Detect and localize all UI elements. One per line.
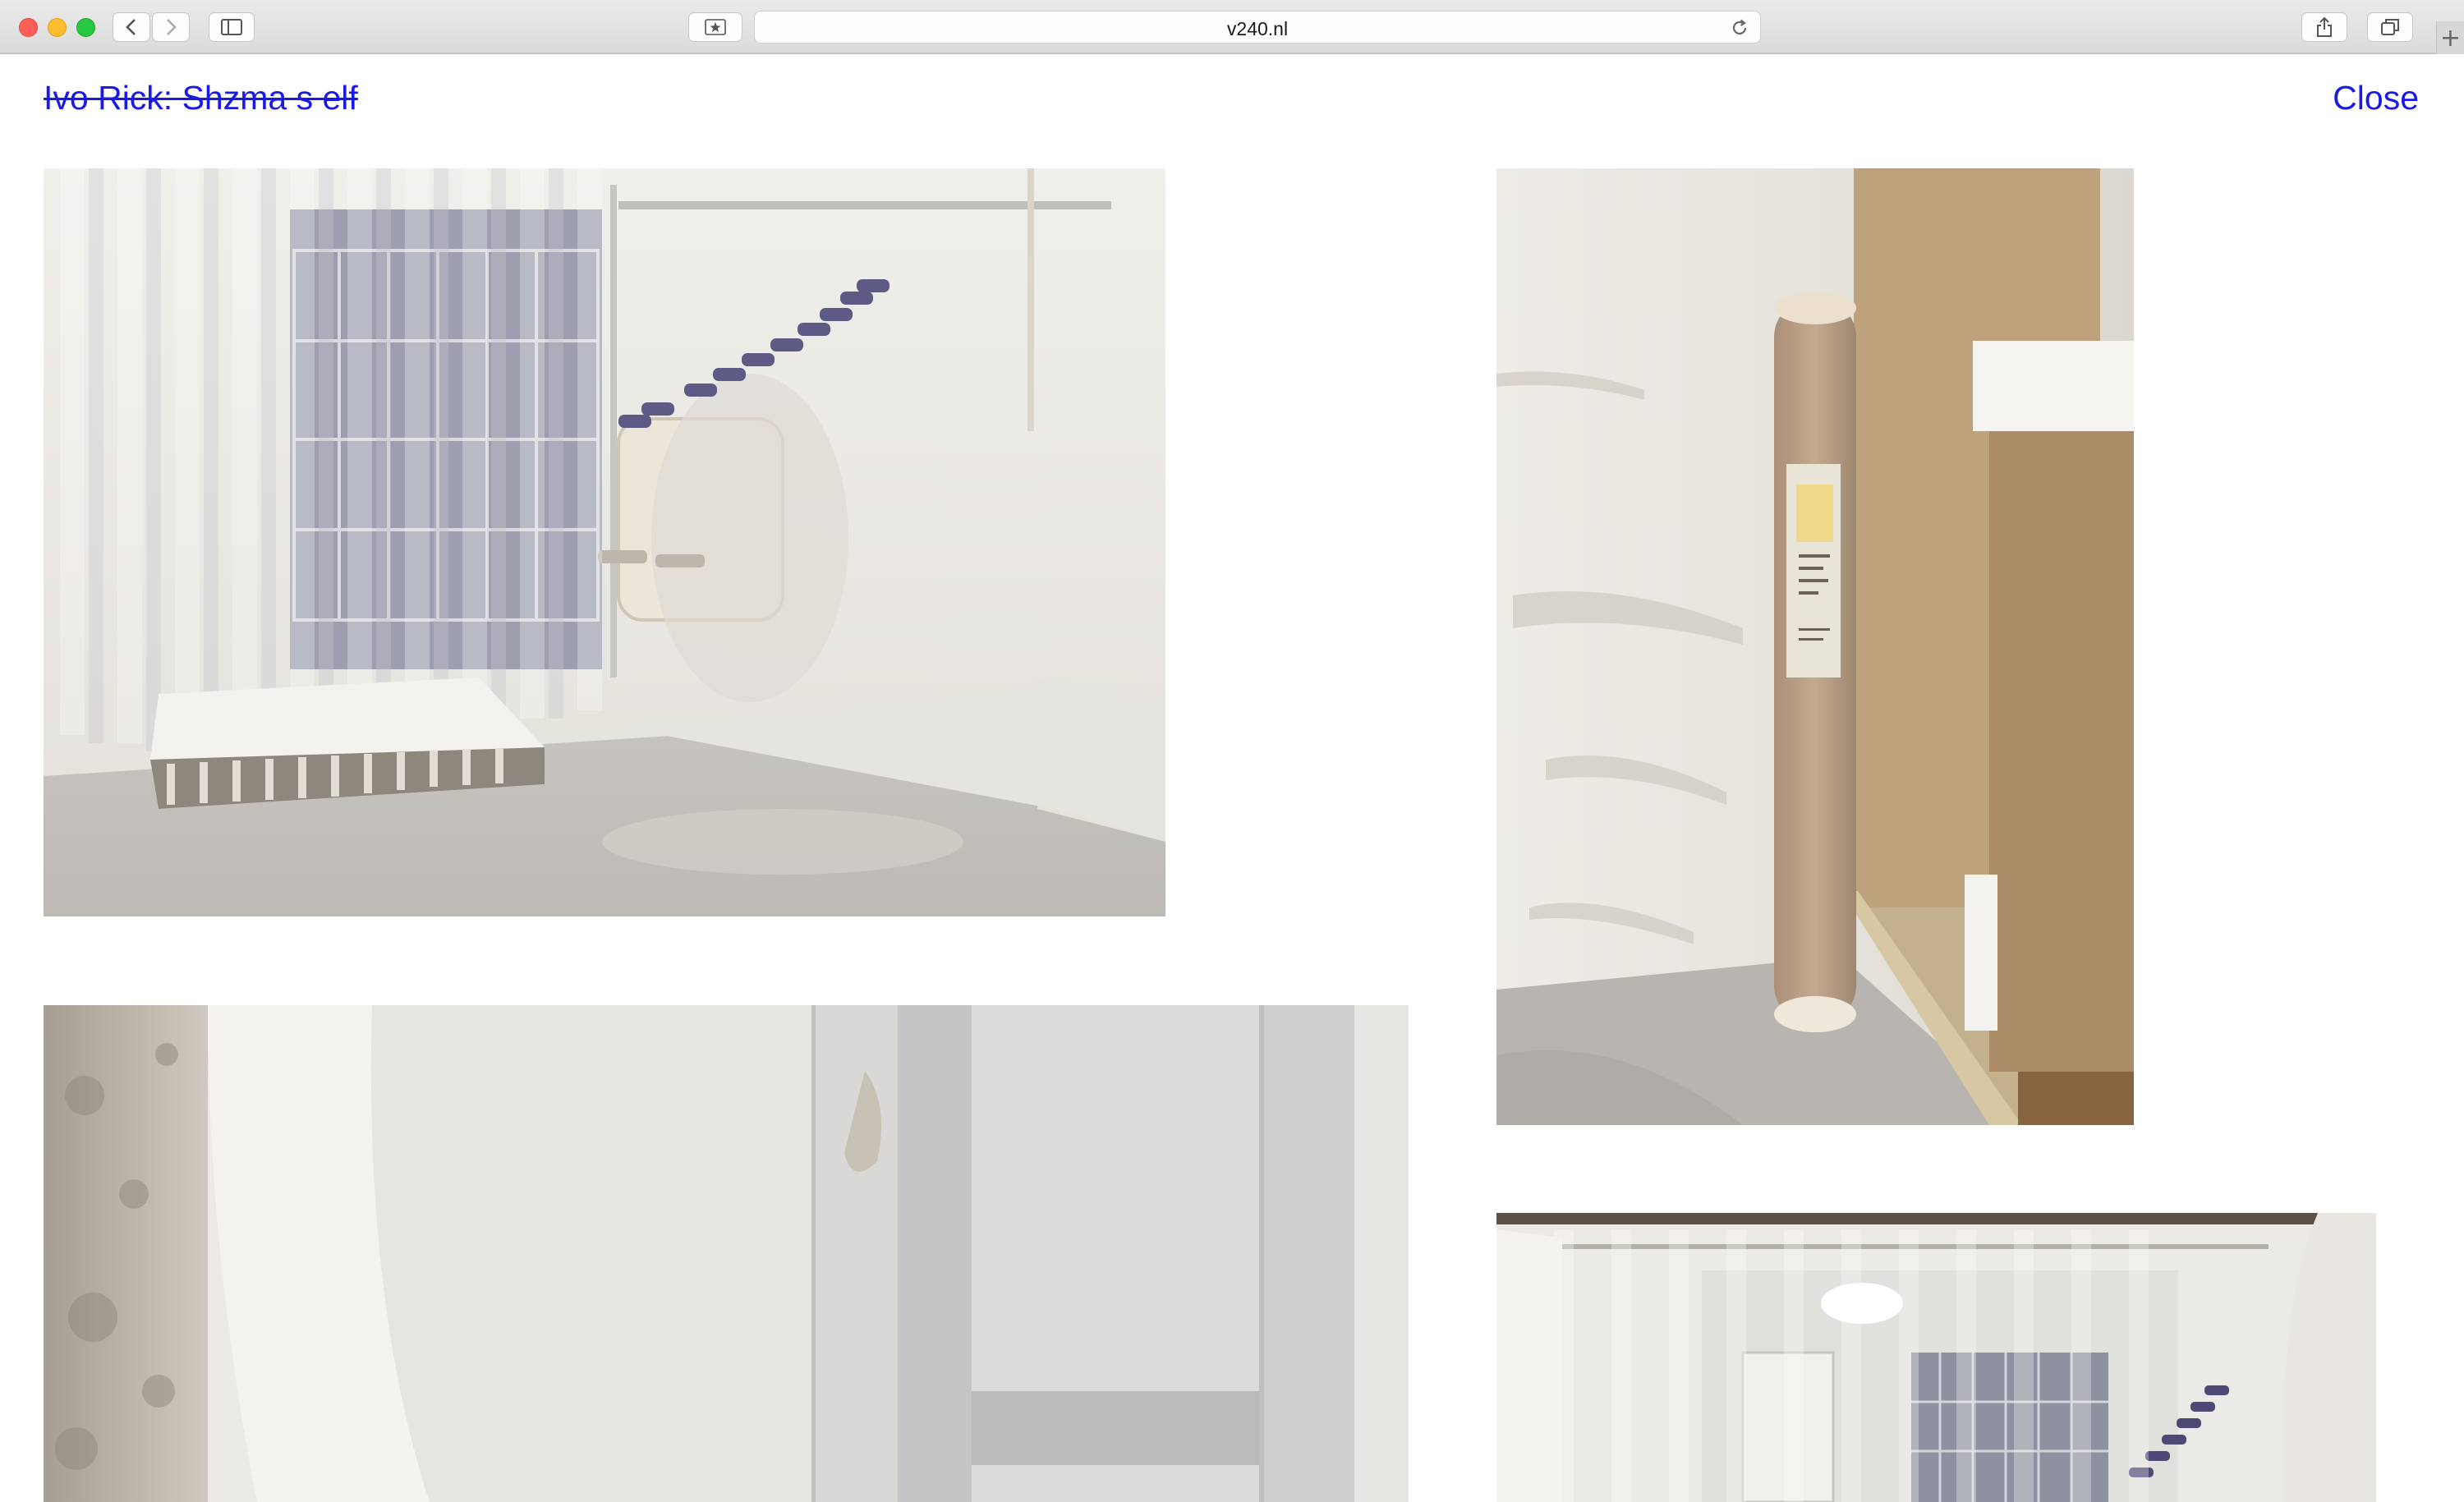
plus-icon: + <box>2439 23 2462 53</box>
fullscreen-window-button[interactable] <box>76 18 95 37</box>
star-icon <box>705 19 726 35</box>
tabs-overview-button[interactable] <box>2367 12 2413 42</box>
close-link[interactable]: Close <box>2333 79 2419 117</box>
photo-room-curtain <box>44 168 1165 916</box>
reload-icon[interactable] <box>1729 17 1750 39</box>
close-window-button[interactable] <box>19 18 38 37</box>
minimize-window-button[interactable] <box>48 18 67 37</box>
new-tab-button[interactable]: + <box>2436 21 2464 54</box>
page-title-link[interactable]: Ivo Rick: Shzma s elf <box>44 79 358 117</box>
share-icon <box>2317 16 2332 37</box>
tabs-icon <box>2381 19 2399 35</box>
gallery-image-plastic-panels[interactable] <box>44 1005 1409 1502</box>
gallery-image-corridor[interactable] <box>1496 1213 2376 1502</box>
photo-corridor-curtain <box>1496 1213 2376 1502</box>
browser-toolbar: v240.nl + <box>0 0 2464 54</box>
chevron-left-icon <box>126 19 136 35</box>
forward-button[interactable] <box>152 12 190 42</box>
back-button[interactable] <box>113 12 150 42</box>
bookmarks-button[interactable] <box>688 12 742 42</box>
address-bar[interactable]: v240.nl <box>754 11 1761 44</box>
photo-cardboard-tube <box>1496 168 2134 1125</box>
photo-panels-closeup <box>44 1005 1409 1502</box>
share-button[interactable] <box>2301 12 2347 42</box>
gallery-image-corner-tube[interactable] <box>1496 168 2134 1125</box>
chevron-right-icon <box>167 19 177 35</box>
sidebar-button[interactable] <box>209 12 255 42</box>
gallery-image-installation-room[interactable] <box>44 168 1165 916</box>
url-text: v240.nl <box>1226 18 1289 39</box>
sidebar-icon <box>221 19 242 35</box>
